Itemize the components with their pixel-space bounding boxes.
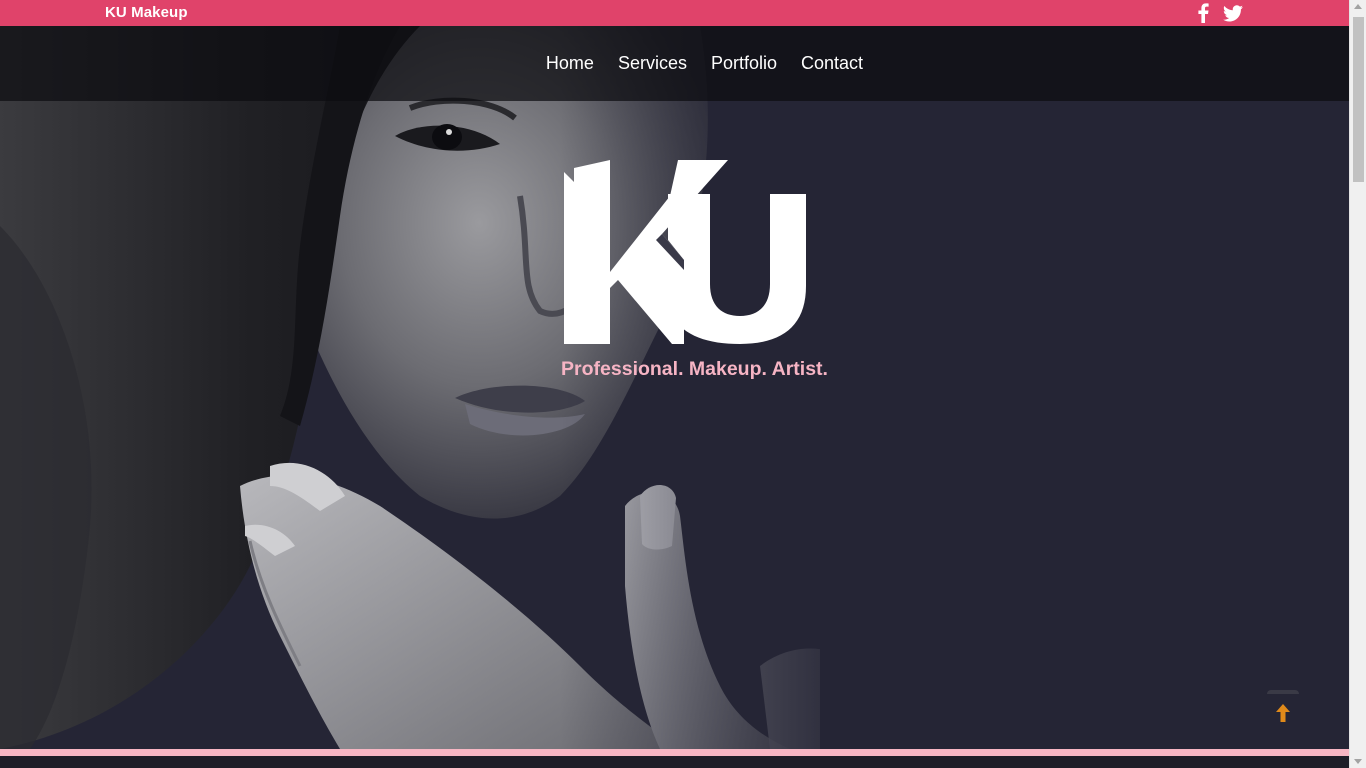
bottom-stripe [0, 749, 1349, 756]
nav-item-portfolio[interactable]: Portfolio [711, 53, 777, 74]
ku-logo [564, 160, 806, 344]
hero-section [0, 26, 1349, 749]
nav-item-services[interactable]: Services [618, 53, 687, 74]
facebook-icon[interactable] [1194, 3, 1212, 23]
nav-item-contact[interactable]: Contact [801, 53, 863, 74]
hero-tagline: Professional. Makeup. Artist. [561, 358, 828, 380]
nav-list: Home Services Portfolio Contact [0, 26, 1349, 101]
brand-link[interactable]: KU Makeup [105, 4, 188, 21]
page: KU Makeup Home Services Portfolio Contac… [0, 0, 1349, 768]
back-to-top-button[interactable] [1267, 690, 1299, 730]
nav-item-home[interactable]: Home [546, 53, 594, 74]
page-scrollbar[interactable] [1349, 0, 1366, 768]
back-to-top-cap [1267, 690, 1299, 694]
scroll-thumb[interactable] [1353, 17, 1364, 182]
scroll-down-icon[interactable] [1354, 759, 1362, 764]
arrow-up-icon [1276, 704, 1290, 722]
top-bar: KU Makeup [0, 0, 1349, 26]
next-section-edge [0, 756, 1349, 768]
twitter-icon[interactable] [1222, 3, 1244, 23]
scroll-up-icon[interactable] [1354, 4, 1362, 9]
main-nav: Home Services Portfolio Contact [0, 26, 1349, 101]
hero-photo [0, 26, 1349, 749]
